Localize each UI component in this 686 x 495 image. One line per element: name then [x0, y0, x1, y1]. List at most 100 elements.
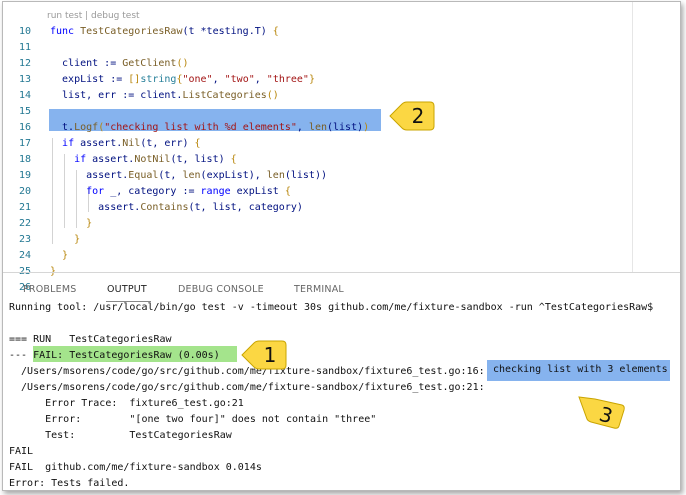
code-token: func [50, 26, 81, 37]
code-token: len [266, 170, 285, 181]
output-line: --- FAIL: TestCategoriesRaw (0.00s) [9, 350, 220, 361]
code-line[interactable]: } [50, 216, 92, 232]
code-token: () [176, 58, 189, 69]
code-token: "three" [266, 74, 309, 85]
code-line[interactable]: expList := []string{"one", "two", "three… [50, 72, 315, 88]
output-line: Test: TestCategoriesRaw [9, 430, 232, 441]
code-token: { [230, 154, 237, 165]
code-token: [] [128, 74, 141, 85]
code-line[interactable]: } [50, 232, 80, 248]
line-number: 15 [18, 106, 31, 117]
code-line[interactable]: assert.Equal(t, len(expList), len(list)) [50, 168, 327, 184]
code-line[interactable]: client := GetClient() [50, 56, 188, 72]
code-token: NotNil [134, 154, 171, 165]
code-token: len [308, 122, 327, 133]
code-token: } [50, 250, 69, 261]
code-token: expList := [50, 74, 129, 85]
code-token: "checking list with %d elements" [104, 122, 297, 133]
screenshot-frame: run test | debug test 10 11 12 13 14 15 16 17 18… [2, 1, 681, 491]
code-token: () [266, 90, 279, 101]
line-number: 20 [18, 186, 31, 197]
code-token: list, err := client. [50, 90, 183, 101]
code-token: , [254, 74, 267, 85]
code-token: (t *testing.T) [182, 26, 273, 37]
code-token: Logf [74, 122, 99, 133]
codelens-run-debug[interactable]: run test | debug test [47, 11, 140, 21]
code-token: "two" [224, 74, 255, 85]
code-token: client := [50, 58, 123, 69]
code-token: Nil [122, 138, 141, 149]
tab-output[interactable]: OUTPUT [107, 284, 147, 295]
code-line[interactable]: if assert.Nil(t, err) { [50, 136, 201, 152]
code-token: , [296, 122, 309, 133]
code-token: } [50, 234, 81, 245]
code-token: (list) [326, 122, 364, 133]
output-line: Error Trace: fixture6_test.go:21 [9, 398, 244, 409]
code-token: "one" [182, 74, 213, 85]
tab-terminal[interactable]: TERMINAL [294, 284, 344, 295]
code-token: (t, err) [140, 138, 195, 149]
line-number: 23 [18, 234, 31, 245]
bottom-panel: PROBLEMS OUTPUT DEBUG CONSOLE TERMINAL R… [3, 272, 680, 490]
code-token: (expList), [200, 170, 267, 181]
line-number: 22 [18, 218, 31, 229]
code-token: GetClient [122, 58, 177, 69]
code-token: Equal [128, 170, 159, 181]
output-line: /Users/msorens/code/go/src/github.com/me… [9, 382, 485, 393]
code-token: } [308, 74, 315, 85]
code-token: range [200, 186, 237, 197]
line-number: 11 [18, 42, 31, 53]
code-token: assert. [80, 138, 123, 149]
output-line: FAIL github.com/me/fixture-sandbox 0.014… [9, 462, 262, 473]
code-token: ListCategories [182, 90, 267, 101]
output-line: FAIL [9, 446, 34, 457]
output-line: === RUN TestCategoriesRaw [9, 334, 172, 345]
code-token: (t, list) [170, 154, 231, 165]
code-token: expList [236, 186, 285, 197]
code-token: , [212, 74, 225, 85]
log-message: checking list with 3 elements [493, 364, 668, 375]
tab-problems[interactable]: PROBLEMS [23, 284, 76, 295]
callout-number: 1 [263, 343, 277, 367]
code-line[interactable]: } [50, 248, 68, 264]
editor-ruler [632, 2, 633, 272]
code-token: { [272, 26, 279, 37]
code-line[interactable]: for _, category := range expList { [50, 184, 291, 200]
code-token: ) [363, 122, 370, 133]
line-number: 10 [18, 26, 31, 37]
code-token: string [140, 74, 177, 85]
line-number: 13 [18, 74, 31, 85]
code-token: { [284, 186, 291, 197]
code-line[interactable]: list, err := client.ListCategories() [50, 88, 279, 104]
code-token: _, category := [110, 186, 201, 197]
code-line[interactable]: if assert.NotNil(t, list) { [50, 152, 237, 168]
line-number: 12 [18, 58, 31, 69]
line-number: 24 [18, 250, 31, 261]
code-token: (t, [158, 170, 183, 181]
code-token: if [74, 154, 93, 165]
tab-debug-console[interactable]: DEBUG CONSOLE [178, 284, 264, 295]
callout-number: 2 [411, 104, 425, 128]
callout-2: 2 [389, 101, 435, 131]
code-token: for [86, 186, 111, 197]
code-line[interactable]: func TestCategoriesRaw(t *testing.T) { [50, 24, 279, 40]
code-token: t. [50, 122, 75, 133]
callout-3: 3 [577, 395, 627, 431]
code-line[interactable]: assert.Contains(t, list, category) [50, 200, 303, 216]
code-token: assert. [50, 170, 129, 181]
output-line: Error: Tests failed. [9, 478, 130, 489]
code-line[interactable]: t.Logf("checking list with %d elements",… [50, 120, 369, 136]
code-token: (list)) [284, 170, 327, 181]
code-token: (t, list, category) [188, 202, 303, 213]
code-token: } [50, 218, 93, 229]
code-token: { [194, 138, 201, 149]
output-line: Error: "[one two four]" does not contain… [9, 414, 377, 425]
code-token: TestCategoriesRaw [80, 26, 183, 37]
line-number: 14 [18, 90, 31, 101]
line-number: 17 [18, 138, 31, 149]
code-editor[interactable]: run test | debug test 10 11 12 13 14 15 16 17 18… [3, 2, 680, 293]
line-number: 21 [18, 202, 31, 213]
